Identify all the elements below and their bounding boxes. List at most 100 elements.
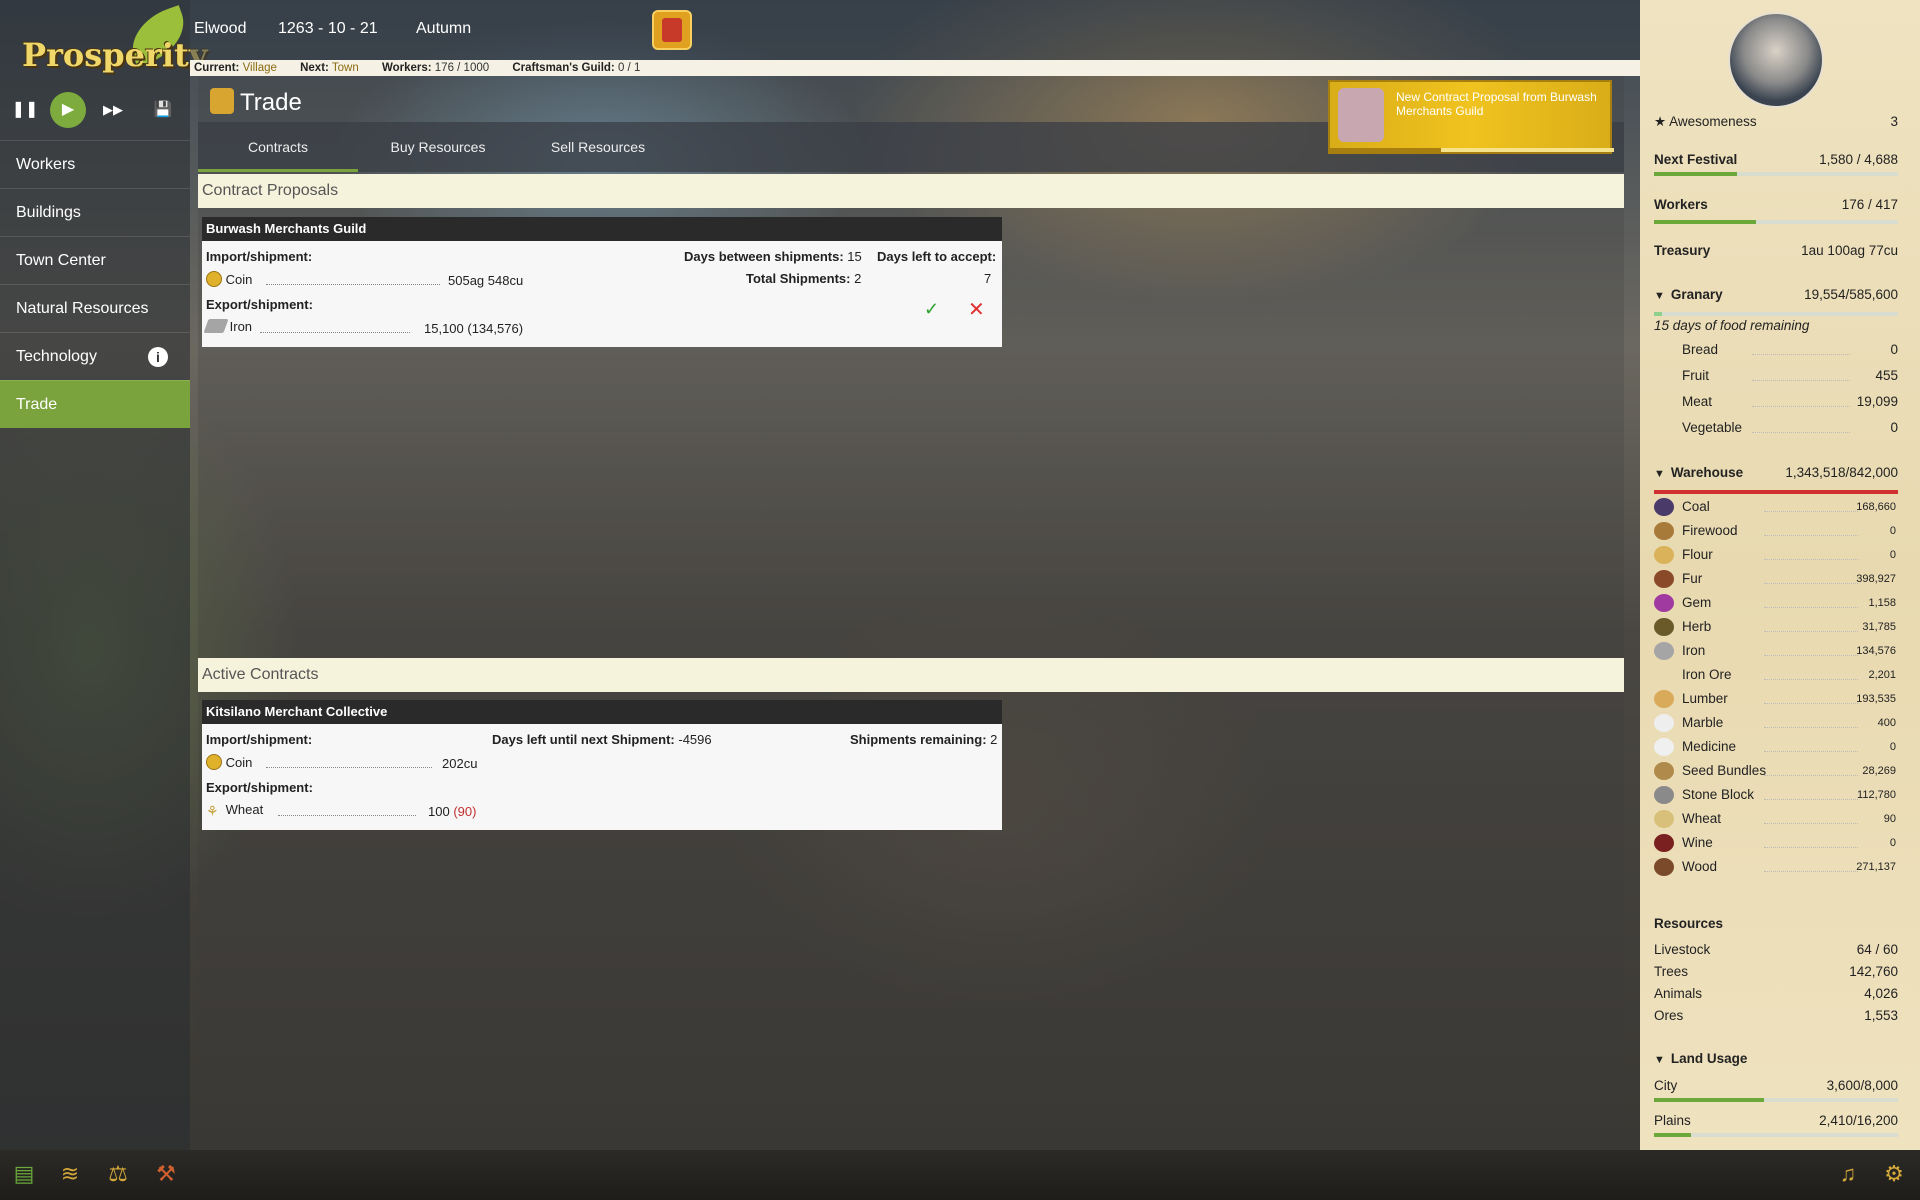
tab-sell-resources[interactable]: Sell Resources xyxy=(518,122,678,172)
guild-value: 0 / 1 xyxy=(617,62,641,74)
warehouse-row: Firewood 0 xyxy=(1654,520,1898,542)
tab-buy-resources[interactable]: Buy Resources xyxy=(358,122,518,172)
coin-icon xyxy=(206,271,222,287)
trade-icon xyxy=(210,88,234,114)
warehouse-toggle[interactable]: ▼ Warehouse 1,343,518/842,000 xyxy=(1654,465,1898,483)
warehouse-row: Wheat 90 xyxy=(1654,808,1898,830)
ledger-icon[interactable]: ▤ xyxy=(10,1160,38,1188)
export-amount: 100 (90) xyxy=(428,804,477,819)
iron-icon xyxy=(1654,642,1674,660)
pause-button[interactable]: ❚❚ xyxy=(10,95,40,125)
export-label: Export/shipment: xyxy=(206,780,313,795)
coin-icon xyxy=(206,754,222,770)
warehouse-row: Iron 134,576 xyxy=(1654,640,1898,662)
treasure-chest-icon xyxy=(1338,88,1384,142)
accept-button[interactable]: ✓ xyxy=(924,299,939,320)
warehouse-row: Wood 271,137 xyxy=(1654,856,1898,878)
current-value: Village xyxy=(242,62,277,74)
fur-icon xyxy=(1654,570,1674,588)
import-label: Import/shipment: xyxy=(206,732,313,747)
active-contract-card: Kitsilano Merchant Collective Import/shi… xyxy=(202,700,1002,830)
fast-forward-button[interactable]: ▶▶ xyxy=(98,95,128,125)
firewood-icon xyxy=(1654,522,1674,540)
contract-name: Burwash Merchants Guild xyxy=(202,217,1002,241)
reject-button[interactable]: ✕ xyxy=(968,297,985,322)
land-row: City 3,600/8,000 xyxy=(1654,1078,1898,1093)
chevron-down-icon: ▼ xyxy=(1654,290,1665,302)
import-row: Coin xyxy=(206,754,252,770)
game-logo: Prosperity xyxy=(10,5,207,86)
scales-icon[interactable]: ⚖ xyxy=(104,1160,132,1188)
festival-row: Next Festival 1,580 / 4,688 xyxy=(1654,152,1898,167)
contract-name: Kitsilano Merchant Collective xyxy=(202,700,1002,724)
festival-progress xyxy=(1654,172,1898,176)
shipments-remaining: Shipments remaining: 2 xyxy=(850,732,998,747)
nav-buildings[interactable]: Buildings xyxy=(0,188,190,236)
wheat-icon: ⚘ xyxy=(206,803,219,819)
next-value: Town xyxy=(331,62,359,74)
nav-trade[interactable]: Trade xyxy=(0,380,190,428)
page-title: Trade xyxy=(210,88,302,117)
nav-workers[interactable]: Workers xyxy=(0,140,190,188)
gear-icon[interactable]: ⚙ xyxy=(1880,1160,1908,1188)
notification-text: New Contract Proposal from Burwash Merch… xyxy=(1396,90,1597,118)
food-note: 15 days of food remaining xyxy=(1654,318,1810,333)
chevron-down-icon: ▼ xyxy=(1654,468,1665,480)
coal-icon xyxy=(1654,498,1674,516)
music-icon[interactable]: ♫ xyxy=(1834,1160,1862,1188)
warehouse-row: Medicine 0 xyxy=(1654,736,1898,758)
play-button[interactable]: ▶ xyxy=(50,92,86,128)
warehouse-row: Marble 400 xyxy=(1654,712,1898,734)
wheat-icon xyxy=(1654,810,1674,828)
avatar[interactable] xyxy=(1728,12,1824,108)
herb-icon xyxy=(1654,618,1674,636)
days-left-value: 7 xyxy=(984,271,992,286)
medicine-icon xyxy=(1654,738,1674,756)
land-progress xyxy=(1654,1098,1898,1102)
land-row: Plains 2,410/16,200 xyxy=(1654,1113,1898,1128)
next-label: Next: xyxy=(300,62,329,74)
import-row: Coin xyxy=(206,271,252,287)
nav-technology-label: Technology xyxy=(16,348,97,365)
resources-title: Resources xyxy=(1654,916,1724,931)
resource-row: Livestock 64 / 60 xyxy=(1654,942,1898,957)
granary-progress xyxy=(1654,312,1898,316)
tab-contracts[interactable]: Contracts xyxy=(198,122,358,172)
warehouse-row: Flour 0 xyxy=(1654,544,1898,566)
flour-icon xyxy=(1654,546,1674,564)
food-row: Bread 0 xyxy=(1682,342,1898,357)
warehouse-row: Iron Ore 2,201 xyxy=(1654,664,1898,686)
treasury-row: Treasury 1au 100ag 77cu xyxy=(1654,243,1898,258)
food-row: Meat 19,099 xyxy=(1682,394,1898,409)
workers-progress xyxy=(1654,220,1898,224)
date: 1263 - 10 - 21 xyxy=(278,20,378,37)
event-icon[interactable] xyxy=(652,10,692,50)
land-usage-toggle[interactable]: ▼ Land Usage xyxy=(1654,1051,1898,1069)
warehouse-row: Stone Block 112,780 xyxy=(1654,784,1898,806)
nav-town-center[interactable]: Town Center xyxy=(0,236,190,284)
section-title: Active Contracts xyxy=(198,658,1624,692)
resource-row: Trees 142,760 xyxy=(1654,964,1898,979)
hammer-icon[interactable]: ⚒ xyxy=(152,1160,180,1188)
bottom-bar: ▤ ≋ ⚖ ⚒ ♫ ⚙ xyxy=(0,1150,1920,1200)
save-button[interactable]: 💾 xyxy=(148,95,178,125)
section-title: Contract Proposals xyxy=(198,174,1624,208)
wine-icon xyxy=(1654,834,1674,852)
awesomeness-row: ★ Awesomeness 3 xyxy=(1654,114,1898,129)
food-row: Vegetable 0 xyxy=(1682,420,1898,435)
guild-label: Craftsman's Guild: xyxy=(512,62,615,74)
notification-banner[interactable]: New Contract Proposal from Burwash Merch… xyxy=(1328,80,1614,154)
info-icon[interactable]: i xyxy=(148,347,168,367)
next-shipment: Days left until next Shipment: -4596 xyxy=(492,732,712,747)
nav-technology[interactable]: Technology i xyxy=(0,332,190,380)
warehouse-row: Seed Bundles 28,269 xyxy=(1654,760,1898,782)
scroll-icon[interactable]: ≋ xyxy=(56,1160,84,1188)
land-progress xyxy=(1654,1133,1898,1137)
export-row: ⚘ Wheat xyxy=(206,802,264,819)
import-amount: 202cu xyxy=(442,756,478,771)
iron-ore-icon xyxy=(1654,666,1674,684)
iron-icon xyxy=(203,319,229,333)
nav-natural-resources[interactable]: Natural Resources xyxy=(0,284,190,332)
chevron-down-icon: ▼ xyxy=(1654,1054,1665,1066)
granary-toggle[interactable]: ▼ Granary 19,554/585,600 xyxy=(1654,287,1898,305)
